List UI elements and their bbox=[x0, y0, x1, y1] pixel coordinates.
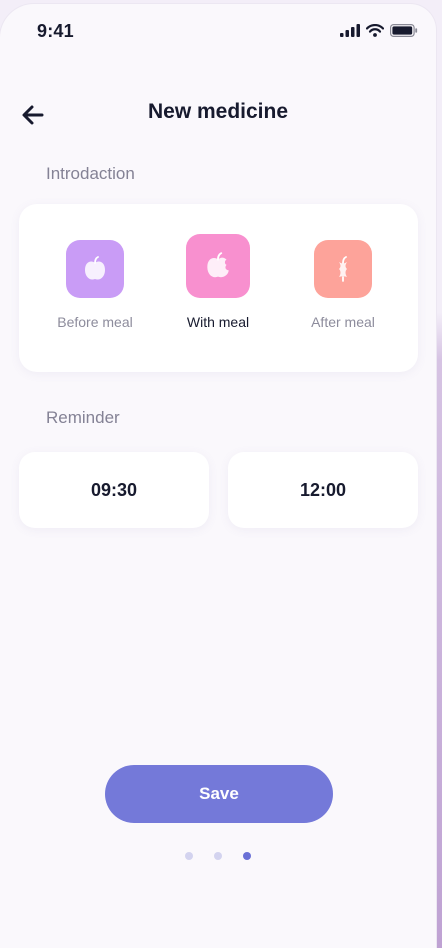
option-before-meal[interactable]: Before meal bbox=[35, 234, 155, 330]
reminder-time-2[interactable]: 12:00 bbox=[228, 452, 418, 528]
status-icons bbox=[340, 24, 418, 37]
with-meal-label: With meal bbox=[186, 314, 250, 330]
page-dot-3 bbox=[243, 852, 251, 860]
page-dot-2 bbox=[214, 852, 222, 860]
bitten-apple-icon bbox=[207, 252, 229, 278]
reminder-time-1[interactable]: 09:30 bbox=[19, 452, 209, 528]
intake-section-label: Introdaction bbox=[46, 164, 135, 183]
save-button[interactable]: Save bbox=[105, 765, 333, 823]
phone-screen: 9:41 New medicine Introdaction Before me… bbox=[0, 4, 436, 948]
after-meal-tile bbox=[314, 240, 372, 298]
apple-icon bbox=[85, 256, 105, 280]
status-time: 9:41 bbox=[37, 21, 74, 41]
apple-core-icon bbox=[339, 256, 347, 282]
page-indicator bbox=[185, 852, 251, 860]
cellular-signal-icon bbox=[340, 24, 360, 37]
wifi-icon bbox=[366, 24, 384, 37]
battery-icon bbox=[390, 24, 418, 37]
nav-bar: New medicine bbox=[0, 94, 436, 134]
before-meal-tile bbox=[66, 240, 124, 298]
option-with-meal[interactable]: With meal bbox=[158, 234, 278, 330]
reminder-section-label: Reminder bbox=[46, 408, 120, 427]
option-after-meal[interactable]: After meal bbox=[283, 234, 403, 330]
status-bar: 9:41 bbox=[0, 4, 436, 58]
with-meal-tile bbox=[186, 234, 250, 298]
page-dot-1 bbox=[185, 852, 193, 860]
after-meal-label: After meal bbox=[311, 314, 375, 330]
meal-timing-card: Before meal With meal After meal bbox=[19, 204, 418, 372]
page-title: New medicine bbox=[147, 100, 289, 123]
before-meal-label: Before meal bbox=[57, 314, 133, 330]
